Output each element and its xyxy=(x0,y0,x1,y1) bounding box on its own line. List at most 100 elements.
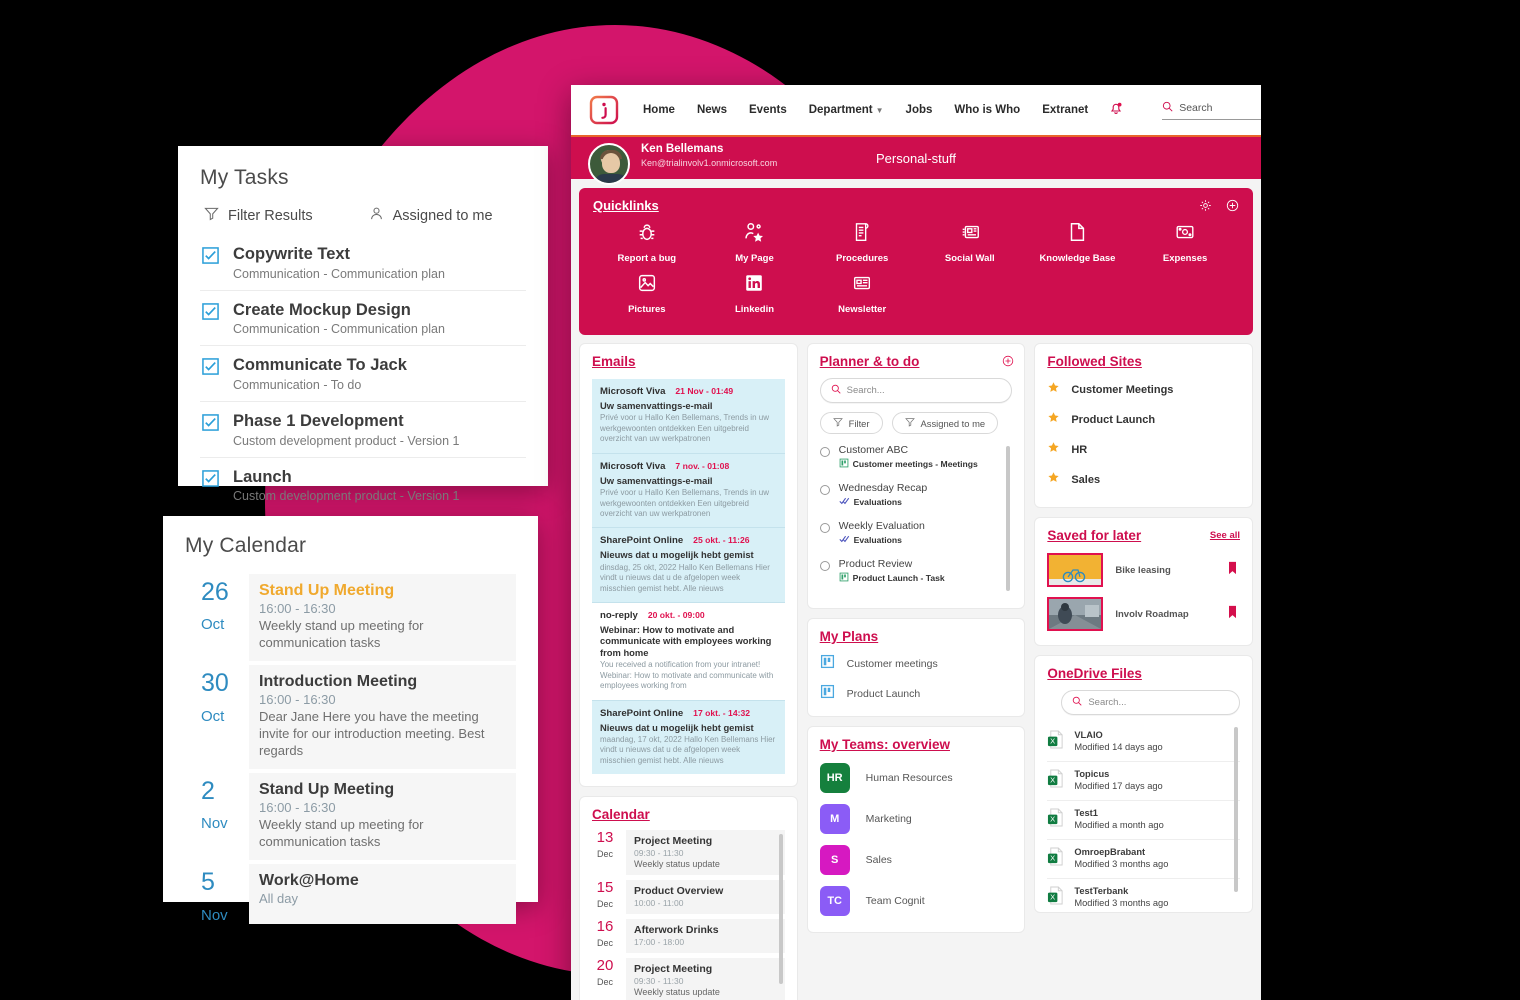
followed-site-row[interactable]: Product Launch xyxy=(1047,411,1240,429)
quicklinks-title[interactable]: Quicklinks xyxy=(593,198,1239,213)
onedrive-file-row[interactable]: X OmroepBrabant Modified 3 months ago xyxy=(1047,840,1241,879)
quicklink-linkedin[interactable]: Linkedin xyxy=(701,272,809,315)
planner-task-row[interactable]: Weekly Evaluation Evaluations xyxy=(819,520,1013,546)
calendar-widget-row[interactable]: 20 Dec Project Meeting 09:30 - 11:30 Weekly… xyxy=(592,958,785,1000)
nav-link-department[interactable]: Department ▼ xyxy=(809,104,884,116)
filter-results-button[interactable]: Filter Results xyxy=(204,206,313,225)
my-teams-title[interactable]: My Teams: overview xyxy=(820,737,1013,752)
involv-logo-icon[interactable] xyxy=(589,95,619,125)
checkbox-icon[interactable] xyxy=(202,358,219,380)
quicklink-my-page[interactable]: My Page xyxy=(701,221,809,264)
planner-assigned-button[interactable]: Assigned to me xyxy=(891,412,999,434)
calendar-widget-row[interactable]: 15 Dec Product Overview 10:00 - 11:00 xyxy=(592,880,785,915)
calendar-event-date: 5 Nov xyxy=(185,864,237,924)
calendar-widget-row[interactable]: 16 Dec Afterwork Drinks 17:00 - 18:00 xyxy=(592,918,785,954)
radio-icon[interactable] xyxy=(819,485,830,495)
checkbox-icon[interactable] xyxy=(202,302,219,325)
nav-link-jobs[interactable]: Jobs xyxy=(906,104,933,116)
team-row[interactable]: HR Human Resources xyxy=(819,763,1013,793)
calendar-event-row[interactable]: 30 Oct Introduction Meeting 16:00 - 16:3… xyxy=(185,665,516,770)
bookmark-icon[interactable] xyxy=(1227,605,1238,624)
planner-task-row[interactable]: Customer ABC Customer meetings - Meeting… xyxy=(819,444,1013,470)
calendar-widget-row[interactable]: 13 Dec Project Meeting 09:30 - 11:30 Weekly… xyxy=(592,830,785,876)
quicklink-newsletter[interactable]: Newsletter xyxy=(808,272,916,315)
onedrive-file-row[interactable]: X Test1 Modified a month ago xyxy=(1047,801,1241,840)
planner-task-row[interactable]: Product Review Product Launch - Task xyxy=(819,558,1013,584)
checkbox-icon[interactable] xyxy=(202,469,219,492)
quicklink-procedures[interactable]: Procedures xyxy=(808,221,916,264)
task-row[interactable]: Launch Custom development product - Vers… xyxy=(200,458,526,513)
notification-bell-icon[interactable] xyxy=(1108,100,1124,121)
radio-icon[interactable] xyxy=(819,561,830,571)
radio-icon[interactable] xyxy=(819,523,830,533)
star-icon[interactable] xyxy=(1047,441,1060,459)
star-icon[interactable] xyxy=(1047,411,1060,429)
calendar-event-row[interactable]: 2 Nov Stand Up Meeting 16:00 - 16:30 Wee… xyxy=(185,773,516,861)
calendar-event-desc: Weekly stand up meeting for communicatio… xyxy=(259,817,424,849)
saved-item-row[interactable]: Involv Roadmap xyxy=(1047,597,1240,631)
quicklink-report-a-bug[interactable]: Report a bug xyxy=(593,221,701,264)
followed-sites-title[interactable]: Followed Sites xyxy=(1047,354,1240,369)
task-row[interactable]: Create Mockup Design Communication - Com… xyxy=(200,291,526,347)
radio-icon[interactable] xyxy=(819,447,830,457)
my-plans-row[interactable]: Product Launch xyxy=(820,684,1013,704)
scrollbar[interactable] xyxy=(1234,727,1239,892)
checkbox-icon[interactable] xyxy=(202,414,219,436)
bookmark-icon[interactable] xyxy=(1227,561,1238,580)
quicklink-social-wall[interactable]: Social Wall xyxy=(916,221,1024,264)
nav-link-home[interactable]: Home xyxy=(643,104,675,116)
gear-icon[interactable] xyxy=(1199,199,1212,217)
email-row[interactable]: Microsoft Viva 7 nov. - 01:08 Uw samenva… xyxy=(592,453,785,529)
team-row[interactable]: S Sales xyxy=(819,845,1013,875)
my-plans-row[interactable]: Customer meetings xyxy=(820,654,1013,674)
planner-title[interactable]: Planner & to do xyxy=(820,354,1013,369)
followed-site-row[interactable]: Sales xyxy=(1047,471,1240,489)
saved-item-row[interactable]: Bike leasing xyxy=(1047,553,1240,587)
nav-link-events[interactable]: Events xyxy=(749,104,787,116)
onedrive-title[interactable]: OneDrive Files xyxy=(1047,666,1240,681)
plus-circle-icon[interactable] xyxy=(1226,199,1239,217)
calendar-event-row[interactable]: 26 Oct Stand Up Meeting 16:00 - 16:30 We… xyxy=(185,574,516,662)
calendar-widget-title[interactable]: Calendar xyxy=(592,807,785,822)
task-row[interactable]: Phase 1 Development Custom development p… xyxy=(200,402,526,458)
nav-link-news[interactable]: News xyxy=(697,104,727,116)
assigned-to-me-button[interactable]: Assigned to me xyxy=(369,206,493,225)
excel-icon: X xyxy=(1047,886,1064,908)
planner-task-row[interactable]: Wednesday Recap Evaluations xyxy=(819,482,1013,508)
scrollbar[interactable] xyxy=(1006,446,1011,591)
task-title: Communicate To Jack xyxy=(233,356,407,375)
nav-link-who-is-who[interactable]: Who is Who xyxy=(954,104,1020,116)
quicklink-expenses[interactable]: Expenses xyxy=(1131,221,1239,264)
event-day: 16 xyxy=(596,918,614,936)
followed-site-row[interactable]: Customer Meetings xyxy=(1047,381,1240,399)
star-icon[interactable] xyxy=(1047,471,1060,489)
onedrive-file-row[interactable]: X TestTerbank Modified 3 months ago xyxy=(1047,879,1240,908)
email-row[interactable]: SharePoint Online 25 okt. - 11:26 Nieuws… xyxy=(592,528,785,603)
star-icon[interactable] xyxy=(1047,381,1060,399)
calendar-event-row[interactable]: 5 Nov Work@Home All day xyxy=(185,864,516,924)
see-all-link[interactable]: See all xyxy=(1210,530,1240,541)
task-row[interactable]: Communicate To Jack Communication - To d… xyxy=(200,346,526,402)
quicklink-knowledge-base[interactable]: Knowledge Base xyxy=(1024,221,1132,264)
plus-circle-icon[interactable] xyxy=(1002,354,1014,372)
onedrive-file-row[interactable]: X Topicus Modified 17 days ago xyxy=(1047,762,1241,801)
search-input[interactable]: Search xyxy=(1162,101,1261,120)
scrollbar[interactable] xyxy=(778,834,783,985)
my-plans-title[interactable]: My Plans xyxy=(820,629,1013,644)
email-row[interactable]: no-reply 20 okt. - 09:00 Webinar: How to… xyxy=(592,602,785,701)
emails-title[interactable]: Emails xyxy=(592,354,785,369)
followed-site-row[interactable]: HR xyxy=(1047,441,1240,459)
planner-search-input[interactable]: Search... xyxy=(819,378,1013,403)
checkbox-icon[interactable] xyxy=(202,247,219,269)
onedrive-file-row[interactable]: X VLAIO Modified 14 days ago xyxy=(1047,723,1241,762)
nav-link-extranet[interactable]: Extranet xyxy=(1042,104,1088,116)
team-row[interactable]: M Marketing xyxy=(819,804,1013,834)
onedrive-search-input[interactable]: Search... xyxy=(1061,690,1241,715)
planner-filter-button[interactable]: Filter xyxy=(819,412,883,434)
team-row[interactable]: TC Team Cognit xyxy=(819,886,1013,916)
email-row[interactable]: SharePoint Online 17 okt. - 14:32 Nieuws… xyxy=(592,700,785,775)
task-row[interactable]: Copywrite Text Communication - Communica… xyxy=(200,235,526,291)
quicklink-pictures[interactable]: Pictures xyxy=(593,272,701,315)
email-row[interactable]: Microsoft Viva 21 Nov - 01:49 Uw samenva… xyxy=(592,379,785,454)
planner-icon xyxy=(820,654,835,674)
